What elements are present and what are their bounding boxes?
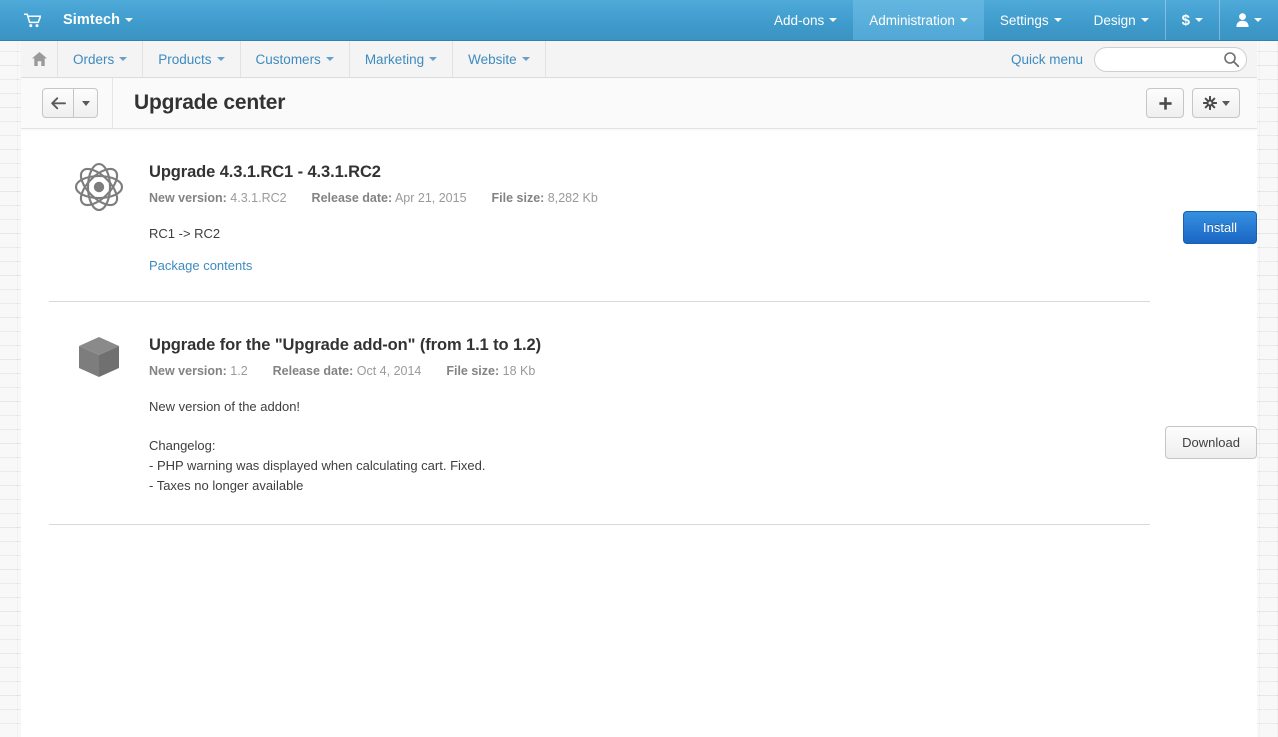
- upgrade-description-paragraph: New version of the addon!: [149, 397, 1150, 417]
- release-date-value: Apr 21, 2015: [395, 191, 467, 205]
- page-container: Orders Products Customers Marketing Webs…: [21, 0, 1257, 737]
- chevron-down-icon: [1054, 18, 1062, 22]
- back-dropdown-button[interactable]: [74, 88, 98, 118]
- user-menu[interactable]: [1219, 0, 1278, 40]
- upgrade-changelog: Changelog: - PHP warning was displayed w…: [149, 436, 1150, 496]
- top-header-bar: Simtech Add-ons Administration Settings …: [0, 0, 1278, 41]
- topbar-spacer: [147, 0, 758, 40]
- cart-icon: [24, 13, 41, 28]
- topnav-label: Design: [1094, 13, 1136, 28]
- menu-item-orders[interactable]: Orders: [58, 41, 143, 77]
- upgrade-description-paragraph: RC1 -> RC2: [149, 224, 1150, 244]
- back-button[interactable]: [42, 88, 74, 118]
- topnav-item-administration[interactable]: Administration: [853, 0, 984, 40]
- new-version-label: New version:: [149, 191, 227, 205]
- chevron-down-icon: [326, 57, 334, 61]
- file-size-value: 18 Kb: [503, 364, 536, 378]
- file-size-label: File size:: [446, 364, 499, 378]
- chevron-down-icon: [1195, 18, 1203, 22]
- gear-icon: [1203, 96, 1217, 110]
- upgrade-meta: New version: 4.3.1.RC2 Release date: Apr…: [149, 191, 1150, 205]
- upgrade-title: Upgrade 4.3.1.RC1 - 4.3.1.RC2: [149, 163, 1150, 182]
- home-icon: [32, 52, 47, 66]
- new-version-label: New version:: [149, 364, 227, 378]
- chevron-down-icon: [1141, 18, 1149, 22]
- upgrade-item-body: Upgrade 4.3.1.RC1 - 4.3.1.RC2 New versio…: [149, 129, 1150, 301]
- menu-item-label: Website: [468, 52, 517, 67]
- topnav-label: Settings: [1000, 13, 1049, 28]
- user-icon: [1236, 13, 1249, 27]
- menu-item-marketing[interactable]: Marketing: [350, 41, 453, 77]
- chevron-down-icon: [522, 57, 530, 61]
- chevron-down-icon: [82, 101, 90, 106]
- package-contents-link[interactable]: Package contents: [149, 258, 252, 273]
- search-box: [1094, 47, 1247, 72]
- upgrade-item-icon: [49, 129, 149, 301]
- menu-item-label: Products: [158, 52, 211, 67]
- upgrade-action-area: Install: [1157, 211, 1257, 244]
- chevron-down-icon: [429, 57, 437, 61]
- menu-item-customers[interactable]: Customers: [241, 41, 350, 77]
- page-title: Upgrade center: [134, 91, 285, 115]
- file-size-label: File size:: [492, 191, 545, 205]
- brand-name[interactable]: Simtech: [63, 12, 133, 28]
- upgrade-item-body: Upgrade for the "Upgrade add-on" (from 1…: [149, 302, 1150, 524]
- title-action-buttons: [1146, 88, 1240, 118]
- new-version-value: 1.2: [230, 364, 247, 378]
- home-button[interactable]: [21, 41, 58, 77]
- release-date-label: Release date:: [312, 191, 393, 205]
- search-icon[interactable]: [1223, 51, 1240, 68]
- top-navigation: Add-ons Administration Settings Design $: [758, 0, 1278, 40]
- upgrade-title: Upgrade for the "Upgrade add-on" (from 1…: [149, 336, 1150, 355]
- menu-item-label: Orders: [73, 52, 114, 67]
- main-menu-bar: Orders Products Customers Marketing Webs…: [21, 41, 1257, 78]
- back-button-group: [42, 88, 98, 118]
- new-version-value: 4.3.1.RC2: [230, 191, 286, 205]
- chevron-down-icon: [1254, 18, 1262, 22]
- add-button[interactable]: [1146, 88, 1184, 118]
- file-size-value: 8,282 Kb: [548, 191, 598, 205]
- title-divider: [112, 78, 113, 129]
- upgrade-description: New version of the addon! Changelog: - P…: [149, 397, 1150, 496]
- menu-item-label: Customers: [256, 52, 321, 67]
- topnav-item-addons[interactable]: Add-ons: [758, 0, 853, 40]
- upgrade-meta: New version: 1.2 Release date: Oct 4, 20…: [149, 364, 1150, 378]
- upgrade-item-icon: [49, 302, 149, 524]
- topnav-item-settings[interactable]: Settings: [984, 0, 1078, 40]
- chevron-down-icon: [125, 18, 133, 22]
- atom-icon: [73, 161, 125, 301]
- chevron-down-icon: [1222, 101, 1230, 106]
- menu-item-website[interactable]: Website: [453, 41, 546, 77]
- upgrade-list: Upgrade 4.3.1.RC1 - 4.3.1.RC2 New versio…: [21, 129, 1257, 525]
- brand-area: Simtech: [0, 0, 147, 40]
- menu-item-products[interactable]: Products: [143, 41, 240, 77]
- upgrade-item: Upgrade 4.3.1.RC1 - 4.3.1.RC2 New versio…: [49, 129, 1150, 302]
- chevron-down-icon: [829, 18, 837, 22]
- plus-icon: [1159, 97, 1172, 110]
- back-arrow-icon: [51, 97, 66, 110]
- currency-selector[interactable]: $: [1165, 0, 1219, 40]
- menubar-spacer: [546, 41, 1011, 77]
- topnav-item-design[interactable]: Design: [1078, 0, 1165, 40]
- chevron-down-icon: [119, 57, 127, 61]
- release-date-label: Release date:: [273, 364, 354, 378]
- quick-menu-area: Quick menu: [1011, 41, 1257, 77]
- upgrade-item: Upgrade for the "Upgrade add-on" (from 1…: [49, 302, 1150, 525]
- currency-label: $: [1182, 12, 1190, 29]
- chevron-down-icon: [960, 18, 968, 22]
- quick-menu-link[interactable]: Quick menu: [1011, 52, 1083, 67]
- topnav-label: Add-ons: [774, 13, 824, 28]
- menu-item-label: Marketing: [365, 52, 424, 67]
- release-date-value: Oct 4, 2014: [357, 364, 422, 378]
- chevron-down-icon: [217, 57, 225, 61]
- upgrade-action-area: Download: [1157, 426, 1257, 459]
- settings-dropdown-button[interactable]: [1192, 88, 1240, 118]
- topnav-label: Administration: [869, 13, 955, 28]
- page-title-bar: Upgrade center: [21, 78, 1257, 129]
- upgrade-description: RC1 -> RC2: [149, 224, 1150, 244]
- box-icon: [76, 334, 122, 524]
- install-button[interactable]: Install: [1183, 211, 1257, 244]
- download-button[interactable]: Download: [1165, 426, 1257, 459]
- brand-label: Simtech: [63, 12, 120, 28]
